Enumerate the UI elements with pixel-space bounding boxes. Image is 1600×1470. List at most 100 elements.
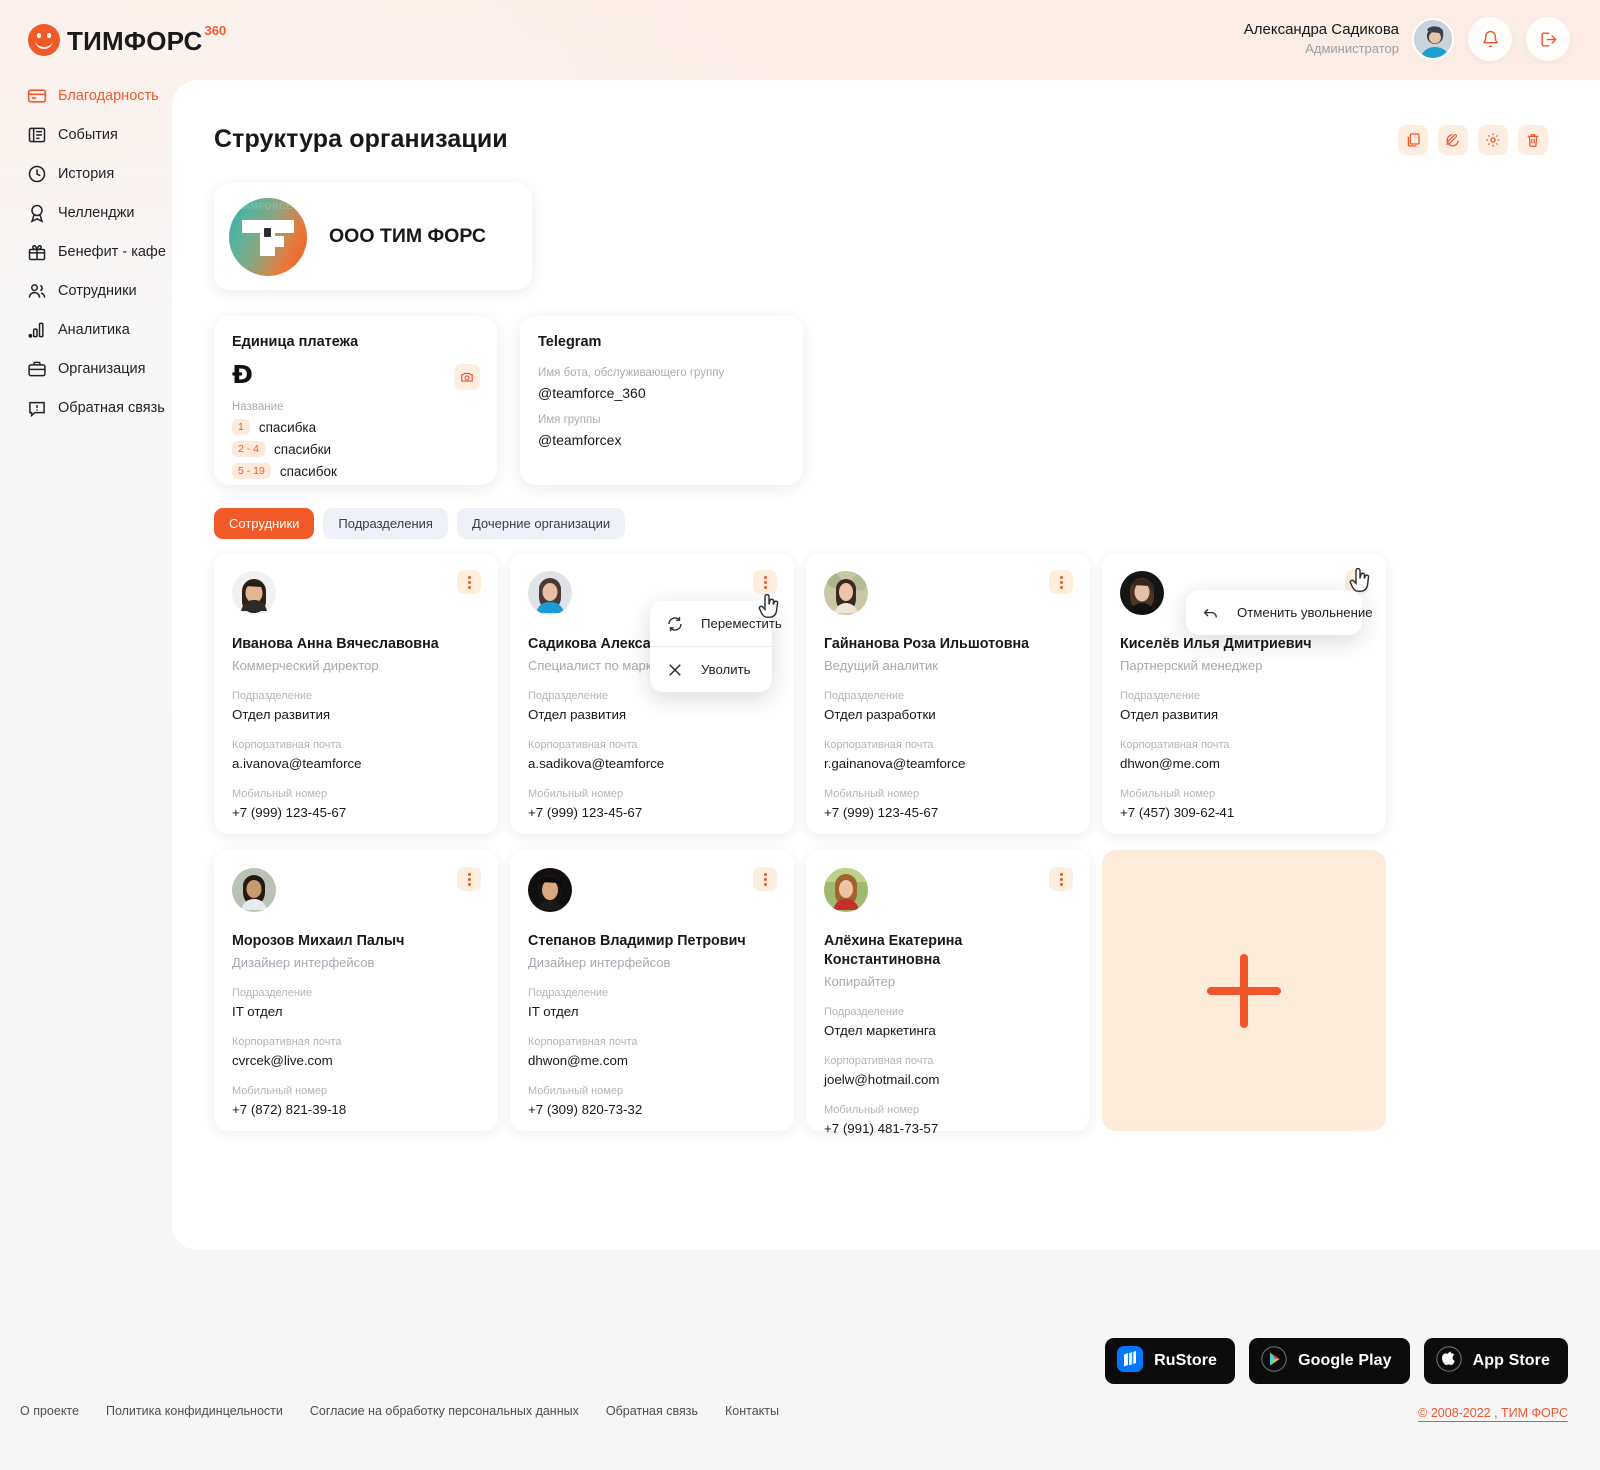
sidebar-item-label: Благодарность	[58, 87, 159, 104]
table-row[interactable]: Гайнанова Роза Ильшотовна Ведущий аналит…	[806, 553, 1090, 834]
org-logo-icon: TEAMFORCE	[229, 197, 307, 276]
undo-dismissal-menu: Отменить увольнение	[1186, 590, 1373, 635]
card-menu-button[interactable]	[753, 570, 777, 594]
telegram-bot-label: Имя бота, обслуживающего группу	[538, 367, 725, 379]
tab-dochernie-organizacii[interactable]: Дочерние организации	[456, 508, 626, 539]
user-block: Александра Садикова Администратор	[1244, 17, 1570, 61]
clock-icon	[27, 164, 47, 184]
brand-logo[interactable]: ТИМФОРС 360	[28, 21, 226, 57]
avatar-morozov	[232, 868, 276, 912]
department-label: Подразделение	[232, 690, 313, 702]
telegram-group-value: @teamforcex	[538, 432, 622, 448]
menu-item-move[interactable]: Переместить	[650, 601, 782, 646]
unit-range: 1	[232, 419, 250, 435]
employee-phone: +7 (872) 821-39-18	[232, 1102, 347, 1117]
card-menu-button[interactable]	[1049, 570, 1073, 594]
employee-position: Копирайтер	[824, 974, 896, 989]
footer-link-contacts[interactable]: Контакты	[725, 1404, 779, 1418]
sidebar-item-organizaciya[interactable]: Организация	[0, 349, 172, 388]
rustore-button[interactable]: RuStore	[1105, 1338, 1236, 1384]
footer-link-consent[interactable]: Согласие на обработку персональных данны…	[310, 1404, 579, 1418]
employee-name: Иванова Анна Вячеславовна	[232, 636, 439, 652]
footer-link-feedback[interactable]: Обратная связь	[606, 1404, 698, 1418]
app-store-button[interactable]: App Store	[1423, 1338, 1568, 1384]
organization-card[interactable]: TEAMFORCE ООО ТИМ ФОРС	[214, 183, 532, 290]
upload-photo-button[interactable]	[454, 364, 480, 390]
edit-button[interactable]	[1438, 125, 1468, 155]
entity-tabs: Сотрудники Подразделения Дочерние органи…	[214, 508, 626, 539]
menu-item-fire[interactable]: Уволить	[650, 647, 772, 692]
add-employee-button[interactable]	[1102, 850, 1386, 1131]
card-menu-button[interactable]	[457, 867, 481, 891]
sidebar-item-benefit-cafe[interactable]: Бенефит - кафе	[0, 232, 172, 271]
title-action-bar	[1398, 125, 1548, 155]
tab-podrazdeleniya[interactable]: Подразделения	[323, 508, 448, 539]
email-label: Корпоративная почта	[824, 739, 934, 751]
sidebar-item-label: Аналитика	[58, 321, 130, 338]
payment-unit-form: 2 - 4 спасибки	[232, 441, 497, 457]
user-info[interactable]: Александра Садикова Администратор	[1244, 20, 1399, 58]
table-row[interactable]: Степанов Владимир Петрович Дизайнер инте…	[510, 850, 794, 1131]
employee-name: Гайнанова Роза Ильшотовна	[824, 636, 1030, 652]
employee-department: Отдел развития	[232, 707, 331, 722]
sidebar-item-sobytiya[interactable]: События	[0, 115, 172, 154]
user-name: Александра Садикова	[1243, 21, 1399, 38]
table-row[interactable]: Садикова Александра Сергеевна Специалист…	[510, 553, 794, 834]
card-menu-button[interactable]	[1049, 867, 1073, 891]
telegram-card: Telegram Имя бота, обслуживающего группу…	[520, 316, 803, 485]
sidebar-item-istoriya[interactable]: История	[0, 154, 172, 193]
sidebar-item-analitika[interactable]: Аналитика	[0, 310, 172, 349]
payment-unit-form: 1 спасибка	[232, 419, 497, 435]
sidebar-item-label: Организация	[58, 360, 146, 377]
mouse-cursor-pointer	[1349, 567, 1371, 599]
card-icon	[27, 86, 47, 106]
phone-label: Мобильный номер	[1120, 788, 1216, 800]
footer-link-about[interactable]: О проекте	[20, 1404, 79, 1418]
card-menu-button[interactable]	[753, 867, 777, 891]
avatar-stepanov	[528, 868, 572, 912]
app-store-label: App Store	[1472, 1352, 1550, 1369]
plus-icon	[1207, 953, 1281, 1028]
phone-label: Мобильный номер	[232, 1085, 328, 1097]
footer-link-privacy[interactable]: Политика конфидинцельности	[106, 1404, 283, 1418]
employee-phone: +7 (457) 309-62-41	[1120, 805, 1235, 820]
phone-label: Мобильный номер	[824, 1104, 920, 1116]
top-header: ТИМФОРС 360 Александра Садикова Админист…	[0, 0, 1600, 78]
employee-email: dhwon@me.com	[1120, 756, 1220, 771]
tab-sotrudniki[interactable]: Сотрудники	[214, 508, 315, 539]
menu-item-undo-dismissal[interactable]: Отменить увольнение	[1186, 590, 1373, 635]
chat-alert-icon	[27, 398, 47, 418]
unit-word: спасибка	[258, 419, 317, 435]
sidebar-item-obratnaya-svyaz[interactable]: Обратная связь	[0, 388, 172, 427]
copy-button[interactable]	[1398, 125, 1428, 155]
card-menu-button[interactable]	[457, 570, 481, 594]
sidebar-item-challenges[interactable]: Челленджи	[0, 193, 172, 232]
employee-grid: Иванова Анна Вячеславовна Коммерческий д…	[214, 553, 1566, 1136]
settings-button[interactable]	[1478, 125, 1508, 155]
sidebar-item-sotrudniki[interactable]: Сотрудники	[0, 271, 172, 310]
google-play-button[interactable]: Google Play	[1249, 1338, 1410, 1384]
move-icon	[666, 615, 684, 633]
avatar[interactable]	[1412, 18, 1454, 60]
employee-position: Дизайнер интерфейсов	[528, 955, 671, 970]
employee-email: a.sadikova@teamforce	[528, 756, 665, 771]
employee-name: Киселёв Илья Дмитриевич	[1120, 636, 1312, 652]
copyright[interactable]: © 2008-2022 , ТИМ ФОРС	[1418, 1405, 1568, 1422]
page-title: Структура организации	[214, 125, 508, 153]
telegram-title: Telegram	[538, 334, 602, 350]
notifications-button[interactable]	[1468, 17, 1512, 61]
menu-item-label: Отменить увольнение	[1237, 605, 1373, 620]
email-label: Корпоративная почта	[232, 739, 342, 751]
delete-button[interactable]	[1518, 125, 1548, 155]
rustore-label: RuStore	[1154, 1352, 1218, 1369]
avatar-kiselev	[1120, 571, 1164, 615]
users-icon	[27, 281, 47, 301]
employee-position: Дизайнер интерфейсов	[232, 955, 375, 970]
camera-icon	[461, 372, 473, 382]
table-row[interactable]: Алёхина Екатерина Константиновна Копирай…	[806, 850, 1090, 1136]
table-row[interactable]: Морозов Михаил Палыч Дизайнер интерфейсо…	[214, 850, 498, 1131]
table-row[interactable]: Иванова Анна Вячеславовна Коммерческий д…	[214, 553, 498, 834]
mouse-cursor-pointer	[758, 593, 780, 625]
logout-button[interactable]	[1526, 17, 1570, 61]
sidebar-item-blagodarnost[interactable]: Благодарность	[0, 76, 172, 115]
